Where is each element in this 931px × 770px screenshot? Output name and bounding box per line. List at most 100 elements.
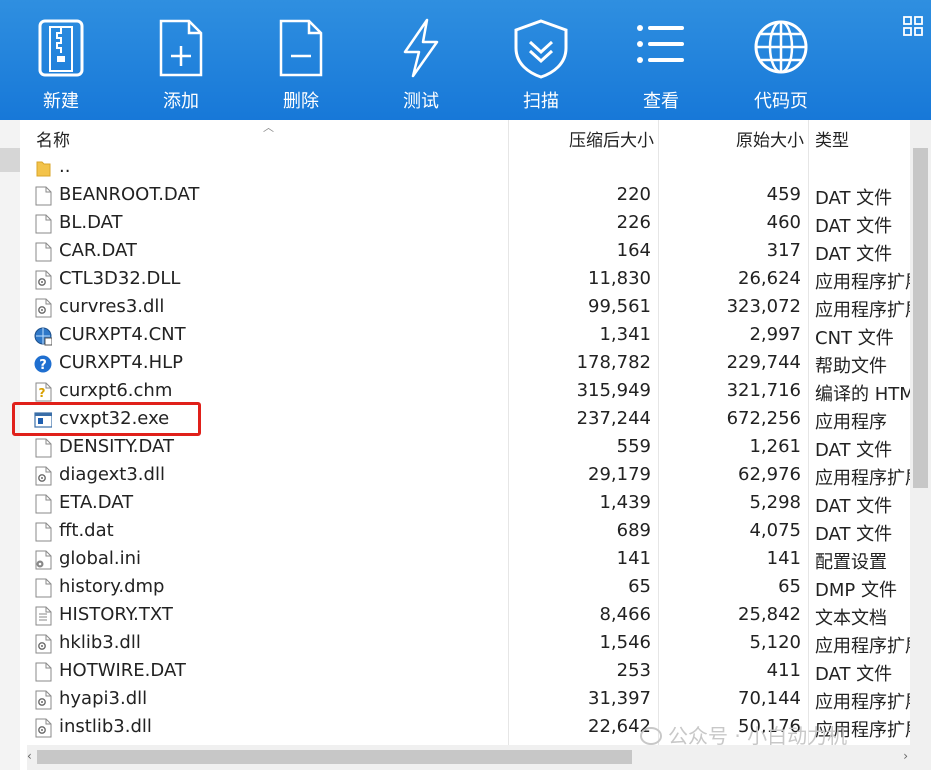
file-type: 应用程序扩展	[815, 692, 910, 713]
wechat-icon	[640, 727, 662, 745]
file-icon	[35, 578, 52, 598]
table-row[interactable]: CURXPT4.CNT 1,341 2,997 CNT 文件	[27, 322, 910, 350]
file-original-size: 1,261	[749, 436, 801, 457]
file-type: DAT 文件	[815, 496, 893, 517]
ini-icon	[35, 550, 52, 570]
svg-text:?: ?	[39, 386, 46, 400]
file-name: ETA.DAT	[59, 492, 134, 513]
file-original-size: 65	[778, 576, 801, 597]
table-row[interactable]: fft.dat 689 4,075 DAT 文件	[27, 518, 910, 546]
table-row[interactable]: ..	[27, 154, 910, 182]
column-header-compressed[interactable]: 压缩后大小	[569, 126, 654, 151]
codepage-button[interactable]: 代码页	[731, 0, 831, 120]
vertical-scrollbar[interactable]	[910, 120, 931, 745]
table-row[interactable]: history.dmp 65 65 DMP 文件	[27, 574, 910, 602]
file-name: fft.dat	[59, 520, 114, 541]
file-icon	[35, 186, 52, 206]
file-icon	[35, 662, 52, 682]
file-original-size: 5,120	[749, 632, 801, 653]
add-button[interactable]: 添加	[131, 0, 231, 120]
file-name: hyapi3.dll	[59, 688, 148, 709]
globe-file-icon	[34, 327, 52, 346]
shield-icon	[514, 19, 568, 79]
file-original-size: 4,075	[749, 520, 801, 541]
file-name: ..	[59, 156, 71, 177]
table-row[interactable]: BL.DAT 226 460 DAT 文件	[27, 210, 910, 238]
dll-icon	[35, 270, 52, 290]
file-compressed-size: 1,546	[599, 632, 651, 653]
column-header-name[interactable]: 名称	[36, 126, 70, 151]
folder-tree-pane[interactable]	[0, 120, 20, 770]
file-type: 编译的 HTML	[815, 384, 910, 405]
file-type: 文本文档	[815, 608, 887, 629]
horizontal-scrollbar-thumb[interactable]	[37, 750, 632, 764]
table-row[interactable]: HOTWIRE.DAT 253 411 DAT 文件	[27, 658, 910, 686]
file-original-size: 672,256	[726, 408, 801, 429]
scan-button[interactable]: 扫描	[491, 0, 591, 120]
scrollbar-corner	[910, 745, 931, 770]
globe-icon	[754, 20, 808, 74]
file-original-size: 26,624	[738, 268, 801, 289]
file-compressed-size: 237,244	[576, 408, 651, 429]
new-button-label: 新建	[43, 91, 79, 112]
table-row[interactable]: BEANROOT.DAT 220 459 DAT 文件	[27, 182, 910, 210]
new-button[interactable]: 新建	[11, 0, 111, 120]
scroll-left-icon[interactable]: ‹	[27, 749, 32, 763]
file-icon	[35, 242, 52, 262]
file-name: curxpt6.chm	[59, 380, 173, 401]
file-name: hklib3.dll	[59, 632, 141, 653]
file-type: 应用程序	[815, 412, 887, 433]
column-header-type[interactable]: 类型	[815, 126, 849, 151]
file-name: CTL3D32.DLL	[59, 268, 181, 289]
svg-text:?: ?	[39, 358, 47, 373]
file-name: diagext3.dll	[59, 464, 165, 485]
file-type: 帮助文件	[815, 356, 887, 377]
vertical-scrollbar-thumb[interactable]	[913, 148, 928, 488]
dll-icon	[35, 298, 52, 318]
file-name: DENSITY.DAT	[59, 436, 174, 457]
test-button-label: 测试	[403, 91, 439, 112]
file-compressed-size: 315,949	[576, 380, 651, 401]
file-icon	[35, 522, 52, 542]
lightning-icon	[403, 18, 439, 78]
table-row[interactable]: hyapi3.dll 31,397 70,144 应用程序扩展	[27, 686, 910, 714]
list-view-icon	[637, 25, 684, 63]
codepage-button-label: 代码页	[754, 91, 808, 112]
table-row[interactable]: global.ini 141 141 配置设置	[27, 546, 910, 574]
add-file-icon	[159, 19, 203, 77]
view-button[interactable]: 查看	[611, 0, 711, 120]
file-name: CURXPT4.CNT	[59, 324, 186, 345]
file-compressed-size: 141	[616, 548, 651, 569]
column-header-original[interactable]: 原始大小	[736, 126, 804, 151]
dll-icon	[35, 466, 52, 486]
table-row[interactable]: CTL3D32.DLL 11,830 26,624 应用程序扩展	[27, 266, 910, 294]
table-row[interactable]: DENSITY.DAT 559 1,261 DAT 文件	[27, 434, 910, 462]
help-icon: ?	[34, 355, 52, 373]
table-row[interactable]: diagext3.dll 29,179 62,976 应用程序扩展	[27, 462, 910, 490]
file-type: DAT 文件	[815, 664, 893, 685]
file-name: CAR.DAT	[59, 240, 137, 261]
file-compressed-size: 99,561	[588, 296, 651, 317]
test-button[interactable]: 测试	[371, 0, 471, 120]
view-button-label: 查看	[643, 91, 679, 112]
table-row[interactable]: HISTORY.TXT 8,466 25,842 文本文档	[27, 602, 910, 630]
file-type: DAT 文件	[815, 244, 893, 265]
file-compressed-size: 31,397	[588, 688, 651, 709]
dll-icon	[35, 718, 52, 738]
file-icon	[35, 438, 52, 458]
table-row[interactable]: hklib3.dll 1,546 5,120 应用程序扩展	[27, 630, 910, 658]
file-icon	[35, 214, 52, 234]
file-original-size: 229,744	[726, 352, 801, 373]
delete-button[interactable]: 删除	[251, 0, 351, 120]
table-row[interactable]: curvres3.dll 99,561 323,072 应用程序扩展	[27, 294, 910, 322]
table-row[interactable]: ETA.DAT 1,439 5,298 DAT 文件	[27, 490, 910, 518]
file-original-size: 317	[766, 240, 801, 261]
file-compressed-size: 178,782	[576, 352, 651, 373]
table-row[interactable]: ? CURXPT4.HLP 178,782 229,744 帮助文件	[27, 350, 910, 378]
scroll-right-icon[interactable]: ›	[903, 749, 908, 763]
file-type: DMP 文件	[815, 580, 897, 601]
file-name: BEANROOT.DAT	[59, 184, 200, 205]
text-file-icon	[35, 606, 52, 626]
table-row[interactable]: CAR.DAT 164 317 DAT 文件	[27, 238, 910, 266]
grid-menu-icon[interactable]	[903, 16, 923, 36]
